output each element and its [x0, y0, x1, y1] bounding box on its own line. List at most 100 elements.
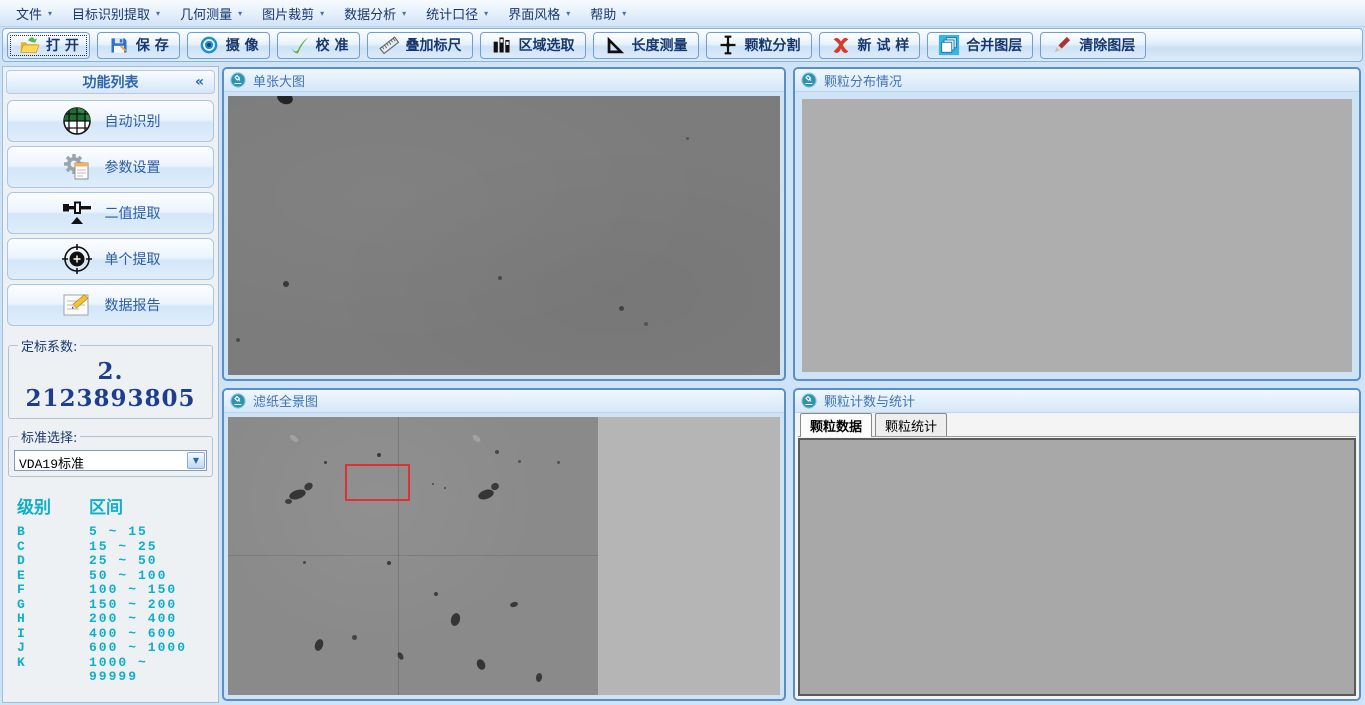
calibrate-button[interactable]: 校 准: [277, 32, 360, 59]
binary-extract-button[interactable]: 二值提取: [7, 192, 214, 234]
level-row: K1000 ~ 99999: [17, 656, 206, 685]
chevron-down-icon: ▾: [622, 9, 626, 18]
standard-group: 标准选择: VDA19标准 ▼: [8, 427, 213, 477]
particle-spot: [434, 592, 438, 596]
particle-split-button[interactable]: 颗粒分割: [706, 32, 812, 59]
clear-layers-icon: [1051, 34, 1073, 56]
level-row: J600 ~ 1000: [17, 641, 206, 656]
main-panels: 单张大图 颗粒分布情况 滤纸全景图: [219, 64, 1365, 705]
chevron-down-icon: ▾: [156, 9, 160, 18]
distribution-header: 颗粒分布情况: [795, 69, 1359, 92]
level-row: D25 ~ 50: [17, 554, 206, 569]
level-table-header: 级别 区间: [17, 493, 206, 519]
sidebar: 功能列表 « 自动识别 参数设置 二值提取 单个提取 数据报告 定标系数: 2.…: [2, 66, 219, 703]
panel-title: 滤纸全景图: [253, 391, 318, 410]
data-report-label: 数据报告: [105, 295, 161, 315]
auto-detect-label: 自动识别: [105, 111, 161, 131]
particle-spot: [444, 487, 446, 489]
merge-layers-icon: [938, 34, 960, 56]
menu-ui-style[interactable]: 界面风格▾: [498, 1, 580, 26]
particle-spot: [498, 276, 502, 280]
particle-spot: [313, 638, 325, 652]
param-settings-button[interactable]: 参数设置: [7, 146, 214, 188]
length-measure-icon: [604, 34, 626, 56]
menu-target-extract[interactable]: 目标识别提取▾: [62, 1, 170, 26]
clear-layers-button[interactable]: 清除图层: [1040, 32, 1146, 59]
menu-bar: 文件▾ 目标识别提取▾ 几何测量▾ 图片裁剪▾ 数据分析▾ 统计口径▾ 界面风格…: [0, 0, 1365, 27]
particle-spot: [472, 434, 482, 444]
length-measure-button[interactable]: 长度测量: [593, 32, 699, 59]
menu-file[interactable]: 文件▾: [6, 1, 62, 26]
panel-title: 单张大图: [253, 71, 305, 90]
merge-layers-button[interactable]: 合并图层: [927, 32, 1033, 59]
calibration-label: 定标系数:: [18, 336, 80, 355]
menu-image-crop[interactable]: 图片裁剪▾: [252, 1, 334, 26]
overlay-ruler-button[interactable]: 叠加标尺: [367, 32, 473, 59]
level-row: I400 ~ 600: [17, 627, 206, 642]
overlay-ruler-icon: [378, 34, 400, 56]
particle-spot: [535, 672, 542, 682]
region-select-icon: [491, 34, 513, 56]
level-column-header: 级别: [17, 493, 89, 519]
chevron-down-icon[interactable]: ▼: [187, 452, 205, 469]
panel-panorama: 滤纸全景图: [222, 388, 786, 702]
single-extract-button[interactable]: 单个提取: [7, 238, 214, 280]
auto-detect-button[interactable]: 自动识别: [7, 100, 214, 142]
level-row: H200 ~ 400: [17, 612, 206, 627]
level-row: E50 ~ 100: [17, 569, 206, 584]
particle-spot: [324, 461, 327, 464]
standard-select[interactable]: VDA19标准 ▼: [14, 450, 207, 471]
camera-icon: [198, 34, 220, 56]
particle-spot: [686, 137, 689, 140]
particle-spot: [518, 460, 521, 463]
menu-help[interactable]: 帮助▾: [580, 1, 636, 26]
region-select-button[interactable]: 区域选取: [480, 32, 586, 59]
tab-particle-data[interactable]: 颗粒数据: [800, 413, 872, 437]
single-target-icon: [61, 243, 93, 275]
menu-geometry-measure[interactable]: 几何测量▾: [170, 1, 252, 26]
single-image-canvas[interactable]: [228, 96, 780, 375]
particle-spot: [236, 338, 240, 342]
menu-statistics-caliber[interactable]: 统计口径▾: [416, 1, 498, 26]
calibration-value: 2. 2123893805: [14, 356, 207, 413]
particle-spot: [619, 306, 624, 311]
calibrate-check-icon: [288, 34, 310, 56]
panel-distribution: 颗粒分布情况: [793, 67, 1361, 381]
statistics-tabstrip: 颗粒数据 颗粒统计: [798, 415, 1356, 437]
particle-spot: [557, 461, 560, 464]
standard-select-value: VDA19标准: [15, 451, 186, 470]
particle-spot: [510, 601, 519, 608]
collapse-sidebar-button[interactable]: «: [195, 74, 204, 90]
save-button[interactable]: 保 存: [97, 32, 180, 59]
report-pencil-icon: [61, 289, 93, 321]
param-settings-label: 参数设置: [105, 157, 161, 177]
toolbar: 打 开 保 存 摄 像 校 准 叠加标尺 区域选取 长度测量 颗粒分割 新 试 …: [2, 28, 1363, 62]
stitch-seam: [228, 555, 598, 556]
panel-title: 颗粒计数与统计: [824, 391, 915, 410]
particle-spot: [289, 433, 300, 443]
single-extract-label: 单个提取: [105, 249, 161, 269]
particle-spot: [387, 561, 391, 565]
chevron-down-icon: ▾: [48, 9, 52, 18]
binary-slider-icon: [61, 197, 93, 229]
level-row: C15 ~ 25: [17, 540, 206, 555]
tab-particle-stats[interactable]: 颗粒统计: [875, 413, 947, 436]
range-column-header: 区间: [89, 493, 206, 519]
particle-split-icon: [717, 34, 739, 56]
new-sample-icon: [830, 34, 852, 56]
chevron-down-icon: ▾: [320, 9, 324, 18]
camera-button[interactable]: 摄 像: [187, 32, 270, 59]
chevron-down-icon: ▾: [402, 9, 406, 18]
panorama-image[interactable]: [228, 417, 598, 696]
save-icon: [108, 34, 130, 56]
particle-spot: [432, 483, 434, 485]
new-sample-button[interactable]: 新 试 样: [819, 32, 921, 59]
particle-spot: [449, 612, 461, 627]
menu-data-analysis[interactable]: 数据分析▾: [334, 1, 416, 26]
folder-open-icon: [18, 34, 40, 56]
level-row: G150 ~ 200: [17, 598, 206, 613]
data-report-button[interactable]: 数据报告: [7, 284, 214, 326]
selection-rect: [345, 464, 410, 501]
open-button[interactable]: 打 开: [7, 32, 90, 59]
function-list-header: 功能列表 «: [6, 70, 215, 94]
